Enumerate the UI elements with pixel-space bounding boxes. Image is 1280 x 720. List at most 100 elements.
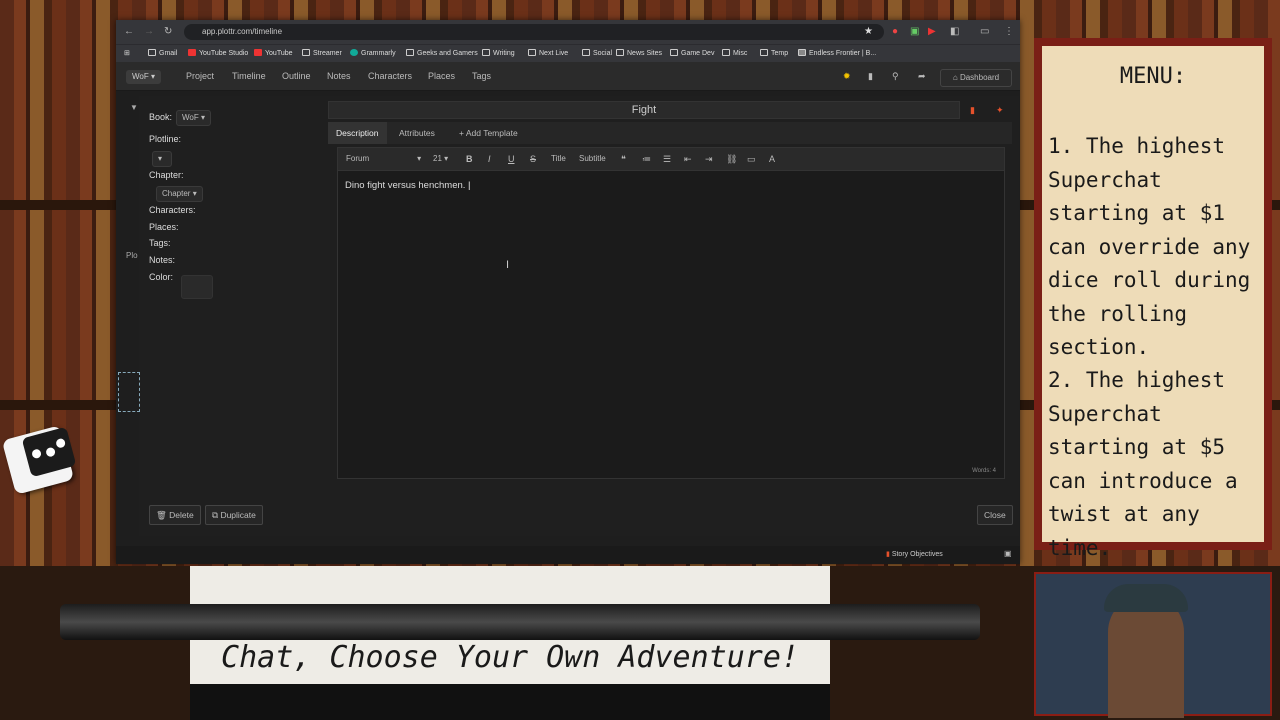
star-icon[interactable]: ★: [864, 25, 873, 39]
numbered-list-icon[interactable]: ≔: [642, 153, 651, 165]
nav-notes[interactable]: Notes: [327, 71, 351, 81]
dialog-tabs: Description Attributes + Add Template: [328, 122, 1012, 144]
word-count: Words: 4: [972, 468, 996, 474]
bookmark-next-live[interactable]: Next Live: [528, 48, 568, 60]
bookmark-youtube[interactable]: YouTube: [254, 48, 293, 60]
reload-icon[interactable]: ↻: [164, 25, 172, 39]
browser-window: ← → ↻ app.plottr.com/timeline ★ ● ▣ ▶ ◧ …: [116, 20, 1020, 564]
bookmark-gmail[interactable]: Gmail: [148, 48, 177, 60]
app-navbar: WoF ▾ Project Timeline Outline Notes Cha…: [116, 62, 1020, 91]
text-color-icon[interactable]: A: [769, 153, 775, 165]
youtube-extension-icon[interactable]: ▶: [928, 25, 936, 39]
extension-icon[interactable]: ●: [892, 25, 898, 39]
editor-toolbar: Forum ▾ 21 ▾ B I U S Title Subtitle ❝ ≔ ☰…: [338, 148, 1004, 171]
nav-outline[interactable]: Outline: [282, 71, 311, 81]
tab-attributes[interactable]: Attributes: [391, 122, 443, 144]
bookmark-grammarly[interactable]: Grammarly: [350, 48, 396, 60]
tab-add-template[interactable]: + Add Template: [451, 122, 526, 144]
bookmark-endless-frontier[interactable]: Endless Frontier | B...: [798, 48, 876, 60]
card-title-input[interactable]: Fight: [328, 101, 960, 119]
bookmark-social[interactable]: Social: [582, 48, 612, 60]
editor-content[interactable]: Dino fight versus henchmen. |: [345, 180, 471, 191]
url-input[interactable]: app.plottr.com/timeline: [184, 24, 884, 40]
image-icon[interactable]: ▭: [747, 153, 756, 165]
app-body: Plo ▼ Book: WoF ▾ Plotline: ▾ Chapter: C…: [116, 91, 1020, 564]
book-label: Book:: [149, 112, 173, 122]
lightbulb-icon[interactable]: ✹: [843, 71, 851, 82]
forward-icon[interactable]: →: [144, 25, 154, 39]
bullet-list-icon[interactable]: ☰: [663, 153, 671, 165]
search-icon[interactable]: ⚲: [892, 71, 899, 82]
menu-title: MENU:: [1119, 64, 1187, 89]
nav-timeline[interactable]: Timeline: [232, 71, 266, 81]
expand-icon[interactable]: ▣: [1004, 549, 1012, 558]
bookmark-misc[interactable]: Misc: [722, 48, 747, 60]
tags-label[interactable]: Tags:: [149, 238, 171, 248]
back-icon[interactable]: ←: [124, 25, 134, 39]
underline-icon[interactable]: U: [508, 153, 515, 165]
nav-characters[interactable]: Characters: [368, 71, 412, 81]
plotline-dropdown[interactable]: ▾: [152, 151, 172, 167]
share-icon[interactable]: ➦: [918, 71, 926, 82]
text-cursor-icon: I: [506, 259, 510, 271]
bookmark-temp[interactable]: Temp: [760, 48, 788, 60]
typewriter-text: Chat, Choose Your Own Adventure!: [221, 640, 799, 675]
filter-icon[interactable]: ▼: [130, 103, 138, 112]
bookmark-game-dev[interactable]: Game Dev: [670, 48, 714, 60]
bookmark-icon[interactable]: ▮: [868, 71, 873, 82]
nav-tags[interactable]: Tags: [472, 71, 491, 81]
chapter-dropdown[interactable]: Chapter ▾: [156, 186, 203, 202]
outdent-icon[interactable]: ⇤: [684, 153, 692, 165]
color-picker[interactable]: [181, 275, 213, 299]
nav-project[interactable]: Project: [186, 71, 214, 81]
subtitle-button[interactable]: Subtitle: [579, 153, 606, 165]
book-selector[interactable]: WoF ▾: [126, 70, 161, 84]
notes-label[interactable]: Notes:: [149, 255, 175, 265]
book-dropdown[interactable]: WoF ▾: [176, 110, 211, 126]
duplicate-button[interactable]: ⧉ Duplicate: [205, 505, 263, 525]
places-label[interactable]: Places:: [149, 222, 179, 232]
strikethrough-icon[interactable]: S: [530, 153, 536, 165]
color-label: Color:: [149, 272, 174, 282]
parchment: MENU: 1. The highest Superchat starting …: [1042, 46, 1264, 560]
bookmark-youtube-studio[interactable]: YouTube Studio: [188, 48, 248, 60]
extension-icon[interactable]: ▣: [910, 25, 919, 39]
font-size-select[interactable]: 21 ▾: [433, 153, 448, 165]
more-icon[interactable]: ⋮: [1004, 25, 1014, 39]
link-icon[interactable]: ⛓: [726, 153, 737, 165]
window-icon[interactable]: ▭: [980, 25, 989, 39]
address-bar: ← → ↻ app.plottr.com/timeline ★ ● ▣ ▶ ◧ …: [116, 20, 1020, 44]
extensions-puzzle-icon[interactable]: ◧: [950, 25, 959, 39]
story-objectives-button[interactable]: ▮ Story Objectives: [886, 550, 943, 558]
bookmark-writing[interactable]: Writing: [482, 48, 515, 60]
bookmark-news-sites[interactable]: News Sites: [616, 48, 662, 60]
pin-icon[interactable]: ✦: [996, 105, 1006, 115]
selection-marquee: [118, 372, 140, 412]
streamer-avatar: [1108, 594, 1184, 718]
apps-icon[interactable]: ⊞: [124, 48, 130, 60]
dice-pip: [45, 446, 57, 458]
bold-icon[interactable]: B: [466, 153, 473, 165]
tab-description[interactable]: Description: [328, 122, 387, 144]
dice-pip: [31, 448, 43, 460]
card-edit-dialog: Book: WoF ▾ Plotline: ▾ Chapter: Chapter…: [139, 96, 1019, 536]
bookmark-red-icon[interactable]: ▮: [970, 105, 980, 115]
nav-places[interactable]: Places: [428, 71, 455, 81]
dashboard-button[interactable]: ⌂ Dashboard: [940, 69, 1012, 87]
bookmark-geeks-and-gamers[interactable]: Geeks and Gamers: [406, 48, 478, 60]
characters-label[interactable]: Characters:: [149, 205, 196, 215]
close-button[interactable]: Close: [977, 505, 1013, 525]
italic-icon[interactable]: I: [488, 153, 491, 165]
url-text: app.plottr.com/timeline: [202, 27, 283, 36]
plotline-label: Plotline:: [149, 134, 182, 144]
delete-button[interactable]: 🗑 Delete: [149, 505, 201, 525]
typewriter-body: [190, 684, 830, 720]
overlay-menu-panel: MENU: 1. The highest Superchat starting …: [1034, 38, 1272, 560]
webcam-feed: [1034, 572, 1272, 718]
side-label: Plo: [126, 251, 138, 260]
indent-icon[interactable]: ⇥: [705, 153, 713, 165]
font-select[interactable]: Forum ▾: [346, 153, 421, 165]
quote-icon[interactable]: ❝: [621, 153, 626, 165]
bookmark-streamer[interactable]: Streamer: [302, 48, 342, 60]
title-button[interactable]: Title: [551, 153, 566, 165]
